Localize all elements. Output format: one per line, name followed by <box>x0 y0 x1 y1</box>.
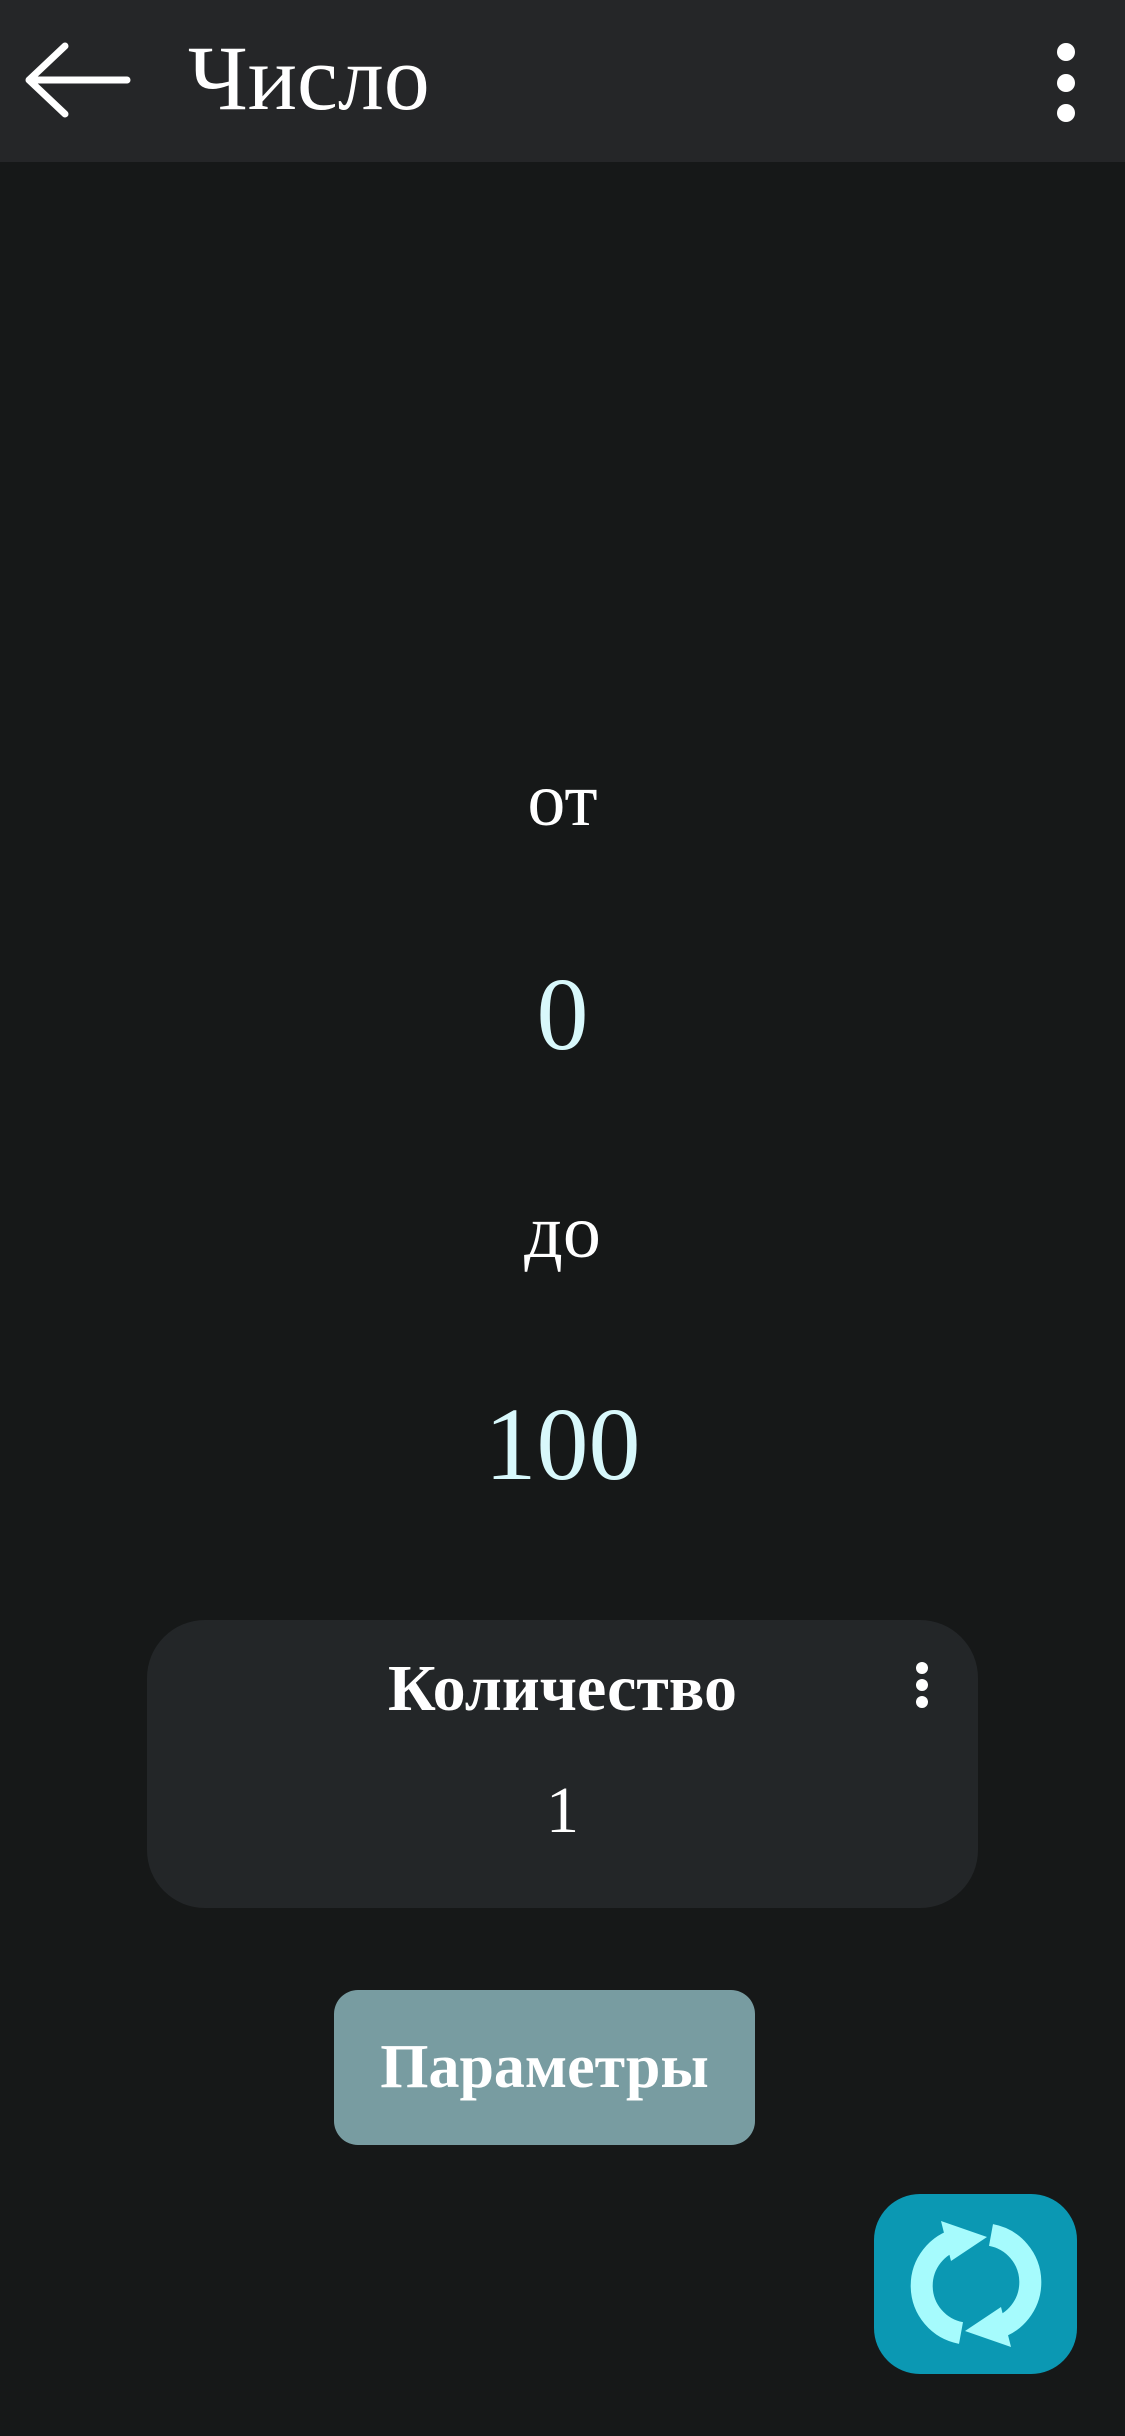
params-button[interactable]: Параметры <box>334 1990 755 2145</box>
more-vertical-icon[interactable] <box>1038 28 1094 138</box>
count-value: 1 <box>546 1774 579 1847</box>
refresh-button[interactable] <box>874 2194 1077 2374</box>
count-card[interactable]: Количество 1 <box>147 1620 978 1908</box>
more-vertical-icon[interactable] <box>907 1654 941 1714</box>
to-label: до <box>524 1190 601 1274</box>
from-label: от <box>527 758 598 842</box>
from-value[interactable]: 0 <box>0 955 1125 1075</box>
back-button[interactable] <box>18 30 138 130</box>
arrow-left-icon <box>25 42 131 118</box>
page-title: Число <box>188 27 430 129</box>
count-label: Количество <box>388 1652 737 1725</box>
to-value[interactable]: 100 <box>0 1385 1125 1505</box>
app-bar: Число <box>0 0 1125 162</box>
refresh-icon <box>910 2221 1041 2347</box>
